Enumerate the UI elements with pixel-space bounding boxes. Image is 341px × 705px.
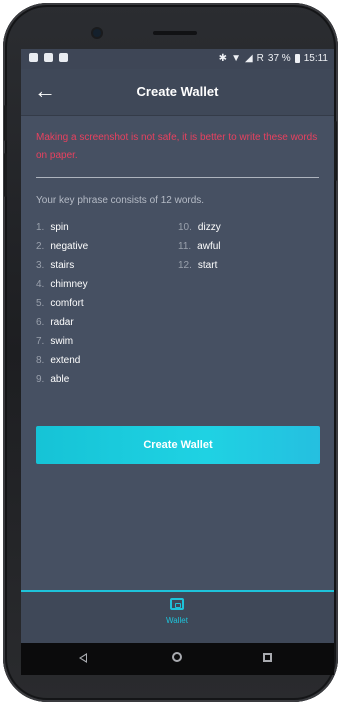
front-camera — [93, 29, 101, 37]
battery-text: 37 % — [267, 53, 291, 64]
bluetooth-icon: ✱ — [218, 53, 228, 64]
phone-frame: ✱ ▼ ◢ R 37 % 15:11 ← Create Wallet Makin… — [3, 3, 338, 702]
list-item: 12. start — [178, 260, 218, 271]
power-button — [334, 121, 337, 181]
list-item: 10. dizzy — [178, 222, 221, 233]
list-item: 5. comfort — [36, 298, 84, 309]
screenshot-warning: Making a screenshot is not safe, it is b… — [36, 132, 318, 161]
image-icon — [59, 53, 68, 62]
list-item: 6. radar — [36, 317, 74, 328]
bottom-tab-bar: Wallet — [21, 590, 334, 645]
list-item: 2. negative — [36, 241, 89, 252]
list-item: 1. spin — [36, 222, 69, 233]
clock: 15:11 — [303, 53, 328, 64]
location-icon — [44, 53, 53, 62]
list-item: 9. able — [36, 374, 70, 385]
status-bar: ✱ ▼ ◢ R 37 % 15:11 — [21, 49, 334, 69]
network-type: R — [256, 53, 264, 64]
list-item: 8. extend — [36, 355, 81, 366]
volume-down-button — [4, 153, 7, 197]
list-item: 7. swim — [36, 336, 74, 347]
nav-recents-icon[interactable] — [263, 653, 272, 662]
list-item: 4. chimney — [36, 279, 88, 290]
wallet-icon — [170, 598, 184, 610]
tab-wallet-label: Wallet — [166, 616, 188, 625]
signal-icon: ◢ — [244, 53, 253, 64]
volume-up-button — [4, 105, 7, 141]
notification-icon — [29, 53, 38, 62]
app-bar: ← Create Wallet — [21, 69, 334, 116]
nav-back-icon[interactable] — [79, 653, 87, 663]
screen: ✱ ▼ ◢ R 37 % 15:11 ← Create Wallet Makin… — [21, 49, 334, 675]
create-wallet-button[interactable]: Create Wallet — [36, 426, 320, 464]
wifi-icon: ▼ — [231, 53, 241, 64]
system-nav-bar — [21, 643, 334, 675]
key-phrase-list: 1. spin 2. negative 3. stairs 4. chimney 5. c… — [36, 222, 326, 422]
earpiece-speaker — [153, 31, 197, 35]
nav-home-icon[interactable] — [172, 652, 182, 662]
divider — [36, 177, 319, 178]
page-title: Create Wallet — [136, 84, 219, 99]
battery-icon — [294, 54, 300, 63]
tab-wallet[interactable]: Wallet — [147, 598, 207, 638]
list-item: 3. stairs — [36, 260, 75, 271]
list-item: 11. awful — [178, 241, 221, 252]
key-phrase-info: Your key phrase consists of 12 words. — [36, 195, 205, 206]
